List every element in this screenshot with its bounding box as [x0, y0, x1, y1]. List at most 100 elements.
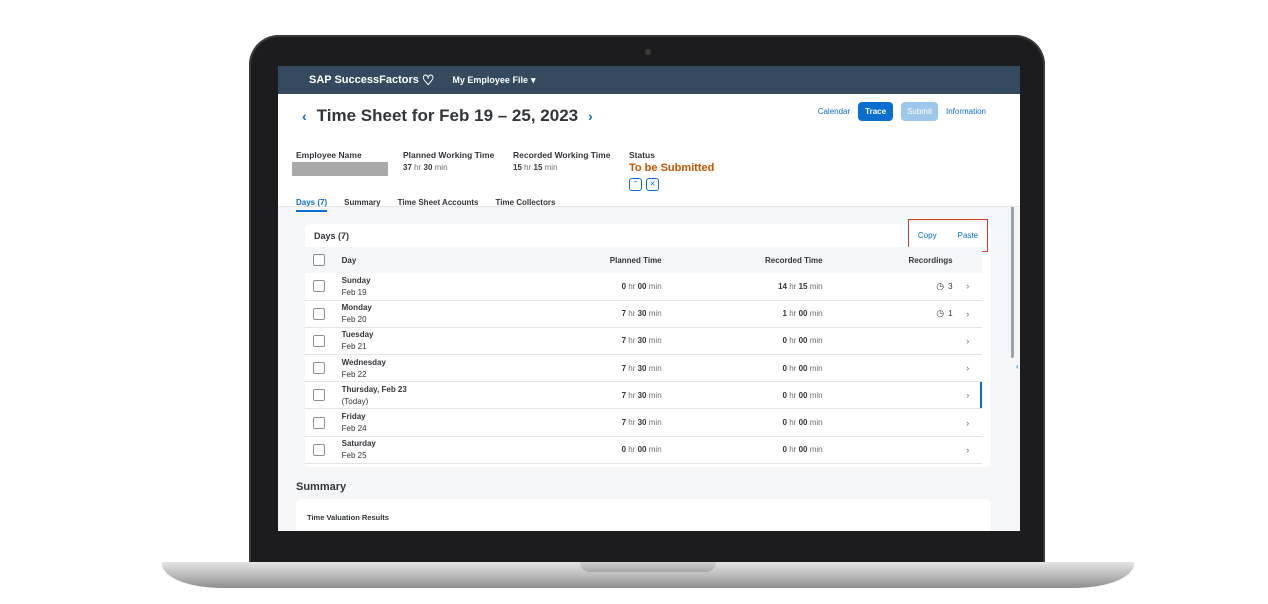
min-unit: min: [809, 309, 823, 319]
row-navigation-chevron-icon[interactable]: ›: [954, 300, 982, 327]
status-label: Status: [629, 150, 655, 160]
recorded-working-time-value: 15 hr 15 min: [513, 163, 610, 172]
planned-minutes: 00: [637, 445, 647, 455]
column-day: Day: [341, 255, 357, 265]
paste-button[interactable]: Paste: [958, 231, 978, 240]
collapse-header-icon[interactable]: ⌃: [629, 178, 642, 191]
planned-time-cell: 7 hr 30 min: [519, 355, 662, 382]
table-row[interactable]: Tuesday Feb 21 7 hr 30 min 0 hr 00 min ›: [305, 327, 982, 355]
copy-button[interactable]: Copy: [918, 231, 937, 240]
status-value: To be Submitted: [629, 162, 715, 174]
planned-time-cell: 0 hr 00 min: [519, 436, 662, 463]
hr-unit: hr: [524, 163, 532, 172]
recorded-hours: 0: [782, 390, 787, 400]
recorded-hours: 0: [782, 363, 787, 373]
app-screen: SAP SuccessFactors ♡ My Employee File ▾ …: [278, 66, 1020, 531]
hr-unit: hr: [628, 336, 636, 346]
module-label: My Employee File: [452, 75, 528, 85]
table-row[interactable]: Saturday Feb 25 0 hr 00 min 0 hr 00 min ›: [305, 436, 982, 464]
min-unit: min: [809, 336, 823, 346]
row-checkbox[interactable]: [313, 362, 325, 375]
planned-hours: 0: [621, 281, 627, 291]
table-row[interactable]: Monday Feb 20 7 hr 30 min 1 hr 00 min ◷ 1 ›: [305, 300, 982, 328]
summary-card: Time Valuation Results: [296, 499, 991, 531]
scroll-handle-icon[interactable]: ‹: [1016, 362, 1020, 371]
recordings-cell: ◷ 3: [824, 273, 954, 300]
row-navigation-chevron-icon[interactable]: ›: [954, 327, 982, 354]
planned-hours: 7: [621, 418, 627, 428]
min-unit: min: [648, 390, 662, 400]
min-unit: min: [648, 336, 662, 346]
next-week-icon[interactable]: ›: [588, 108, 593, 124]
recorded-hours: 14: [778, 281, 787, 291]
column-recordings: Recordings: [908, 255, 953, 265]
min-unit: min: [648, 281, 662, 291]
calendar-button[interactable]: Calendar: [818, 107, 850, 116]
page-header: ‹ Time Sheet for Feb 19 – 25, 2023 › Cal…: [278, 94, 1020, 212]
table-row[interactable]: Wednesday Feb 22 7 hr 30 min 0 hr 00 min ›: [305, 355, 982, 382]
planned-minutes: 30: [637, 309, 647, 319]
days-card-title: Days (7): [314, 231, 350, 241]
hr-unit: hr: [789, 390, 797, 400]
recordings-count: 3: [948, 281, 953, 291]
row-navigation-chevron-icon[interactable]: ›: [954, 382, 982, 409]
tab-time-collectors[interactable]: Time Collectors: [496, 198, 556, 212]
hr-unit: hr: [789, 445, 797, 455]
row-checkbox[interactable]: [313, 389, 325, 402]
planned-hours: 7: [621, 363, 627, 373]
select-all-checkbox[interactable]: [313, 254, 325, 266]
shell-bar: SAP SuccessFactors ♡ My Employee File ▾: [278, 66, 1020, 94]
row-checkbox[interactable]: [313, 280, 325, 293]
row-navigation-chevron-icon[interactable]: ›: [954, 409, 982, 436]
row-checkbox[interactable]: [313, 416, 325, 429]
trace-button[interactable]: Trace: [858, 102, 894, 121]
column-planned-time: Planned Time: [609, 255, 662, 265]
heart-icon: ♡: [421, 72, 435, 88]
tab-days[interactable]: Days (7): [296, 198, 328, 212]
planned-working-time-value: 37 hr 30 min: [403, 163, 494, 172]
planned-working-time-label: Planned Working Time: [403, 150, 495, 160]
recorded-time-cell: 1 hr 00 min: [663, 300, 824, 327]
brand-logo[interactable]: SAP SuccessFactors ♡: [309, 73, 434, 87]
recorded-hours: 0: [782, 418, 787, 428]
tab-time-sheet-accounts[interactable]: Time Sheet Accounts: [398, 198, 479, 212]
hr-unit: hr: [789, 418, 797, 428]
planned-minutes: 30: [637, 390, 647, 400]
brand-name: SAP SuccessFactors: [309, 74, 419, 86]
hr-unit: hr: [628, 390, 636, 400]
day-date: (Today): [341, 396, 369, 406]
recorded-minutes: 00: [798, 445, 808, 455]
row-checkbox[interactable]: [313, 307, 325, 320]
day-name: Tuesday: [341, 330, 374, 340]
day-name: Saturday: [341, 439, 376, 449]
recorded-working-time-attr: Recorded Working Time 15 hr 15 min: [513, 150, 610, 172]
recorded-minutes: 00: [798, 309, 808, 319]
recorded-time-cell: 14 hr 15 min: [663, 273, 824, 300]
table-row[interactable]: Friday Feb 24 7 hr 30 min 0 hr 00 min ›: [305, 409, 982, 437]
recorded-hours: 0: [782, 445, 787, 455]
module-menu[interactable]: My Employee File ▾: [452, 75, 535, 86]
day-name: Monday: [341, 303, 372, 313]
tab-summary[interactable]: Summary: [344, 198, 380, 212]
hr-unit: hr: [414, 163, 422, 172]
days-card: Days (7) Copy Paste Day Planned Time Rec…: [305, 219, 991, 467]
information-button[interactable]: Information: [946, 107, 986, 116]
hr-unit: hr: [789, 363, 797, 373]
caret-down-icon: ▾: [530, 74, 536, 85]
min-unit: min: [648, 418, 662, 428]
min-unit: min: [648, 445, 662, 455]
recorded-time-cell: 0 hr 00 min: [663, 327, 824, 354]
row-navigation-chevron-icon[interactable]: ›: [954, 273, 982, 300]
previous-week-icon[interactable]: ‹: [302, 108, 307, 124]
day-name: Sunday: [341, 275, 371, 285]
table-row[interactable]: Sunday Feb 19 0 hr 00 min 14 hr 15 min ◷ 3 ›: [305, 273, 982, 301]
row-navigation-chevron-icon[interactable]: ›: [954, 436, 982, 463]
pin-header-icon[interactable]: ✕: [646, 178, 659, 191]
recorded-time-cell: 0 hr 00 min: [663, 409, 824, 436]
employee-name-attr: Employee Name: [292, 150, 388, 176]
row-checkbox[interactable]: [313, 334, 325, 347]
row-navigation-chevron-icon[interactable]: ›: [954, 355, 982, 382]
table-row[interactable]: Thursday, Feb 23 (Today) 7 hr 30 min 0 hr 0…: [305, 382, 982, 409]
row-checkbox[interactable]: [313, 443, 325, 456]
employee-name-label: Employee Name: [296, 150, 362, 160]
